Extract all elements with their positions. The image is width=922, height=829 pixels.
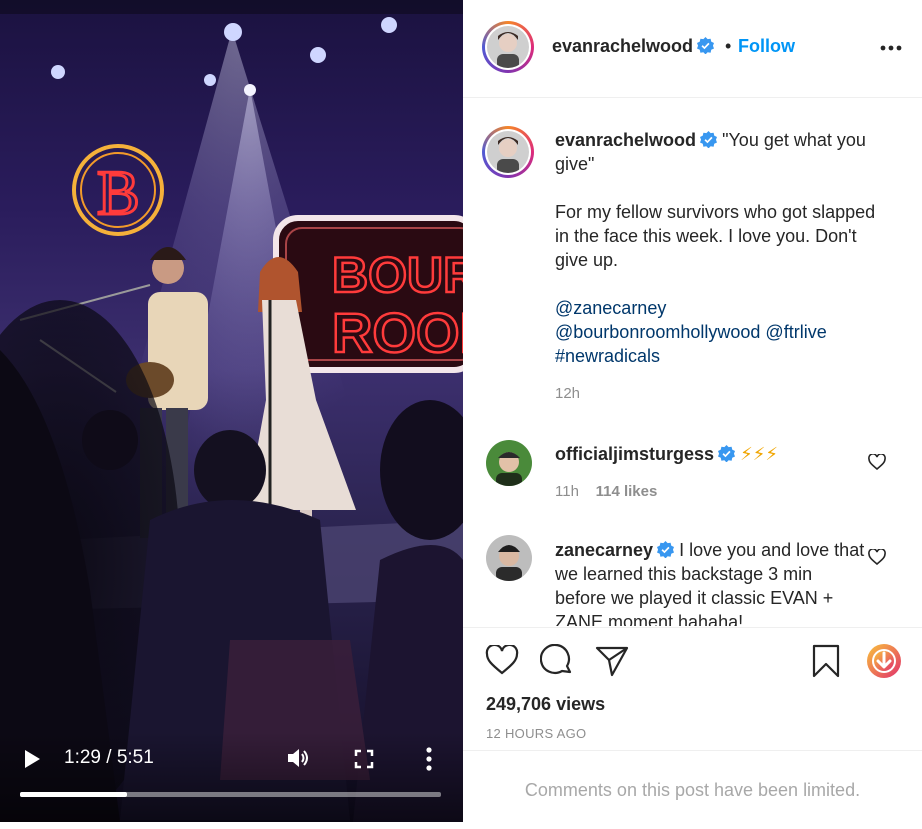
comment-username[interactable]: zanecarney bbox=[555, 540, 653, 560]
post-side-panel: evanrachelwood • Follow evanrachelwood "… bbox=[463, 0, 922, 822]
caption-username[interactable]: evanrachelwood bbox=[555, 130, 696, 150]
verified-badge-icon bbox=[718, 445, 736, 462]
caption-body: For my fellow survivors who got slapped … bbox=[555, 202, 876, 270]
svg-text:ROOI: ROOI bbox=[332, 301, 463, 364]
mention-link[interactable]: @ftrlive bbox=[765, 322, 826, 342]
header-avatar[interactable] bbox=[482, 21, 534, 73]
progress-fill bbox=[20, 792, 127, 797]
view-count[interactable]: 249,706 views bbox=[486, 694, 605, 715]
more-vertical-icon[interactable] bbox=[424, 746, 434, 772]
comment-text: ⚡⚡⚡ bbox=[740, 444, 778, 464]
video-frame: B BOURBO ROOI bbox=[0, 0, 463, 822]
verified-badge-icon bbox=[700, 131, 718, 148]
svg-text:B: B bbox=[97, 157, 140, 228]
bookmark-icon[interactable] bbox=[811, 644, 841, 678]
caption-avatar[interactable] bbox=[482, 126, 534, 178]
like-comment-icon[interactable] bbox=[868, 549, 886, 565]
volume-icon[interactable] bbox=[286, 746, 310, 770]
comment-time: 11h bbox=[555, 483, 579, 500]
fullscreen-icon[interactable] bbox=[354, 749, 374, 769]
avatar-image bbox=[486, 440, 532, 486]
video-player[interactable]: B BOURBO ROOI bbox=[0, 0, 463, 822]
post-caption: evanrachelwood "You get what you give" F… bbox=[555, 128, 885, 406]
header-separator: • bbox=[725, 36, 732, 56]
comment-avatar[interactable] bbox=[486, 535, 532, 581]
comments-limited-notice: Comments on this post have been limited. bbox=[463, 750, 922, 823]
mention-link[interactable]: @zanecarney bbox=[555, 298, 666, 318]
verified-badge-icon bbox=[657, 541, 675, 558]
video-time: 1:29 / 5:51 bbox=[64, 747, 154, 768]
avatar-image bbox=[487, 131, 529, 173]
comment-username[interactable]: officialjimsturgess bbox=[555, 444, 714, 464]
verified-badge-icon bbox=[697, 37, 715, 54]
more-options-icon[interactable] bbox=[880, 44, 902, 52]
play-icon[interactable] bbox=[22, 748, 42, 770]
comments-list[interactable]: evanrachelwood "You get what you give" F… bbox=[463, 98, 922, 626]
download-icon[interactable] bbox=[865, 642, 903, 680]
post-header: evanrachelwood • Follow bbox=[463, 0, 922, 98]
svg-text:BOURBO: BOURBO bbox=[332, 247, 463, 303]
hashtag-link[interactable]: #newradicals bbox=[555, 346, 660, 366]
comment-icon[interactable] bbox=[540, 644, 574, 678]
comment-avatar[interactable] bbox=[486, 440, 532, 486]
comment-item: zanecarney I love you and love that we l… bbox=[555, 538, 865, 626]
heart-icon[interactable] bbox=[485, 645, 519, 675]
like-comment-icon[interactable] bbox=[868, 454, 886, 470]
header-user: evanrachelwood bbox=[552, 36, 715, 57]
follow-button[interactable]: Follow bbox=[738, 36, 795, 57]
progress-bar[interactable] bbox=[20, 792, 441, 797]
video-controls bbox=[0, 732, 463, 822]
comment-likes[interactable]: 114 likes bbox=[596, 483, 658, 500]
mention-link[interactable]: @bourbonroomhollywood bbox=[555, 322, 760, 342]
neon-b-logo: B bbox=[72, 144, 164, 236]
avatar-image bbox=[487, 26, 529, 68]
post-actions: 249,706 views 12 HOURS AGO bbox=[463, 627, 922, 750]
post-timestamp: 12 HOURS AGO bbox=[486, 726, 587, 741]
header-username[interactable]: evanrachelwood bbox=[552, 36, 693, 56]
share-icon[interactable] bbox=[595, 645, 629, 677]
caption-time: 12h bbox=[555, 385, 581, 402]
comment-item: officialjimsturgess ⚡⚡⚡ 11h 114 likes bbox=[555, 442, 875, 504]
avatar-image bbox=[486, 535, 532, 581]
comment-meta: 11h 114 likes bbox=[555, 480, 875, 504]
